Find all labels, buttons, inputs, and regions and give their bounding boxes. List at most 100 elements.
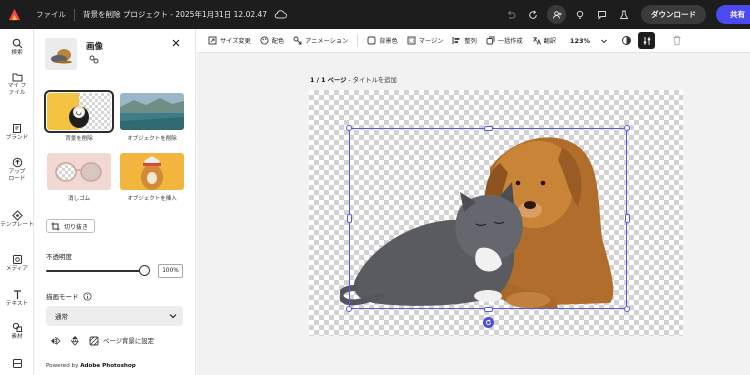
rail-item-search[interactable]: 検索 — [0, 38, 34, 57]
rail-label: 素材 — [11, 334, 23, 340]
powered-by-brand: Adobe Photoshop — [80, 363, 136, 369]
panel-title: 画像 — [86, 42, 104, 52]
crop-button[interactable]: 切り抜き — [46, 219, 96, 233]
folder-icon — [12, 73, 22, 82]
grid-icon — [12, 359, 22, 368]
flask-icon[interactable] — [613, 4, 635, 26]
set-as-page-background-link[interactable]: ページ背景に設定 — [103, 336, 154, 345]
undo-icon[interactable] — [500, 4, 522, 26]
rail-label: メディア — [6, 266, 28, 272]
adjustments-icon[interactable] — [638, 32, 656, 49]
rail-item-elements[interactable]: 素材 — [0, 322, 34, 341]
rail-item-my-files[interactable]: マイ ファイル — [0, 72, 34, 97]
close-icon[interactable] — [172, 39, 180, 49]
comment-icon[interactable] — [591, 4, 613, 26]
animation-button[interactable]: アニメーション — [293, 36, 348, 45]
image-thumbnail — [45, 38, 77, 70]
download-button[interactable]: ダウンロード — [641, 5, 706, 24]
resize-handle-bottom[interactable] — [484, 307, 493, 312]
resize-handle-bottom-left[interactable] — [346, 306, 352, 312]
contextual-toolbar: サイズ変更 配色 アニメーション 背景色 マージン 整列 一括作成 翻訳 123… — [197, 29, 750, 53]
zoom-dropdown[interactable]: 123% — [570, 37, 608, 45]
left-rail: 検索 マイ ファイル ブランド アップ ロード テンプレート メディア テキスト… — [0, 29, 34, 375]
circle-half-icon[interactable] — [621, 35, 632, 46]
card-label: 消しゴム — [67, 196, 90, 202]
insert-object-preview — [120, 153, 184, 190]
background-color-button[interactable]: 背景色 — [367, 36, 398, 45]
upload-icon — [12, 157, 22, 168]
bulk-create-button[interactable]: 一括作成 — [486, 36, 523, 45]
rail-label: アップ ロード — [8, 169, 26, 182]
rail-item-brand[interactable]: ブランド — [0, 123, 34, 142]
background-color-icon — [367, 36, 376, 45]
invite-user-icon[interactable] — [547, 5, 566, 24]
bulk-create-icon — [486, 36, 495, 45]
template-icon — [11, 210, 23, 221]
adobe-express-logo[interactable] — [0, 0, 28, 29]
remove-object-preview — [120, 93, 184, 130]
remove-background-card[interactable]: 背景を削除 — [44, 90, 114, 142]
pattern-icon — [89, 336, 99, 345]
rail-label: 検索 — [11, 50, 23, 56]
toolbar-label: サイズ変更 — [220, 38, 251, 45]
opacity-value-field[interactable]: 100% — [158, 264, 183, 278]
resize-button[interactable]: サイズ変更 — [208, 36, 251, 45]
translate-button[interactable]: 翻訳 — [532, 36, 556, 45]
rail-item-text[interactable]: テキスト — [0, 289, 34, 308]
eraser-card[interactable]: 消しゴム — [47, 153, 111, 202]
toolbar-label: 整列 — [464, 38, 477, 45]
lightbulb-icon[interactable] — [569, 4, 591, 26]
image-actions-row: ページ背景に設定 — [50, 335, 154, 346]
rail-item-upload[interactable]: アップ ロード — [0, 157, 34, 183]
remove-object-card[interactable]: オブジェクトを削除 — [120, 93, 184, 142]
rail-item-media[interactable]: メディア — [0, 254, 34, 273]
image-panel: 画像 背景を削除 オブジェクトを削除 消しゴム オブジェクトを挿入 切り抜き 不… — [34, 29, 196, 375]
insert-object-card[interactable]: オブジェクトを挿入 — [120, 153, 184, 202]
resize-handle-bottom-right[interactable] — [624, 306, 630, 312]
resize-handle-top-right[interactable] — [624, 125, 630, 131]
toolbar-label: マージン — [418, 38, 444, 45]
eraser-preview — [47, 153, 111, 190]
trash-icon[interactable] — [672, 35, 682, 46]
page-number: 1 / 1 ページ — [310, 77, 347, 84]
text-icon — [13, 290, 21, 299]
link-icon[interactable] — [89, 55, 99, 66]
document-title[interactable]: 背景を削除 プロジェクト - 2025年1月31日 12.02.47 — [83, 9, 267, 20]
brand-icon — [13, 124, 21, 133]
opacity-slider-track[interactable] — [46, 270, 144, 272]
powered-by-text: Powered by Adobe Photoshop — [46, 363, 136, 369]
color-scheme-button[interactable]: 配色 — [260, 36, 284, 45]
blend-mode-select[interactable]: 通常 — [46, 306, 183, 326]
flip-horizontal-icon[interactable] — [50, 336, 61, 346]
rotate-handle[interactable] — [483, 317, 494, 328]
remove-background-preview — [44, 90, 114, 133]
rail-item-templates[interactable]: テンプレート — [0, 210, 34, 229]
margin-button[interactable]: マージン — [407, 36, 444, 45]
toolbar-label: 背景色 — [379, 38, 398, 45]
toolbar-label: 翻訳 — [543, 38, 556, 45]
selection-frame[interactable] — [349, 128, 627, 309]
resize-handle-right[interactable] — [625, 214, 630, 223]
info-icon[interactable] — [83, 292, 92, 301]
divider — [74, 8, 75, 21]
rail-label: テキスト — [5, 301, 29, 307]
page-label: 1 / 1 ページ - タイトルを追加 — [310, 75, 397, 84]
file-menu[interactable]: ファイル — [36, 9, 66, 20]
resize-handle-top[interactable] — [484, 126, 493, 131]
resize-handle-top-left[interactable] — [346, 125, 352, 131]
toolbar-label: アニメーション — [305, 38, 349, 45]
rail-item-more[interactable] — [0, 358, 34, 369]
rail-label: ブランド — [5, 135, 29, 141]
flip-vertical-icon[interactable] — [70, 335, 80, 346]
crop-label: 切り抜き — [64, 223, 89, 231]
powered-by-prefix: Powered by — [46, 363, 81, 369]
align-button[interactable]: 整列 — [452, 36, 477, 45]
opacity-label: 不透明度 — [46, 253, 72, 261]
redo-icon[interactable] — [522, 4, 544, 26]
share-button[interactable]: 共有 — [716, 5, 750, 24]
add-page-title-link[interactable]: - タイトルを追加 — [346, 77, 396, 84]
cloud-icon — [274, 10, 288, 19]
crop-icon — [51, 222, 60, 230]
resize-handle-left[interactable] — [347, 214, 352, 223]
opacity-slider-handle[interactable] — [139, 265, 150, 276]
